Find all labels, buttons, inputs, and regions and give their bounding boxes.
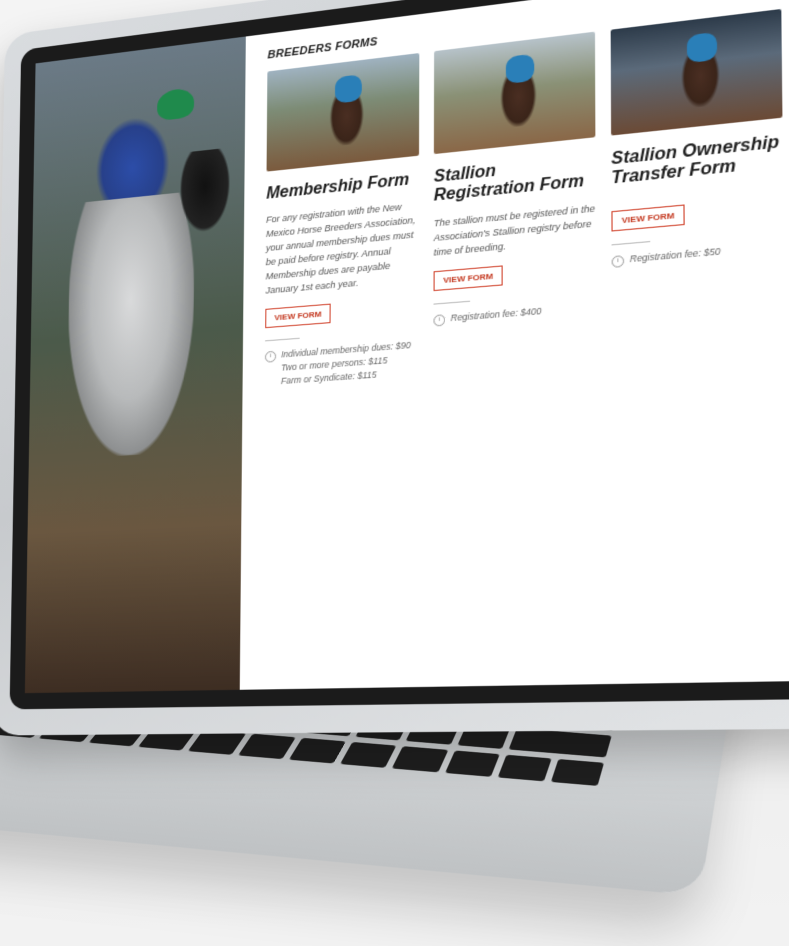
hero-racehorse-image bbox=[24, 36, 246, 694]
fee-line: Registration fee: $50 bbox=[629, 245, 721, 265]
divider bbox=[265, 337, 300, 342]
form-thumbnail bbox=[266, 53, 420, 172]
fee-info: i Individual membership dues: $90 Two or… bbox=[264, 338, 419, 388]
form-thumbnail bbox=[610, 8, 783, 136]
view-form-button[interactable]: VIEW FORM bbox=[265, 303, 331, 329]
view-form-button[interactable]: VIEW FORM bbox=[611, 204, 685, 232]
fee-info: i Registration fee: $400 bbox=[433, 300, 596, 327]
form-title: Stallion Ownership Transfer Form bbox=[611, 133, 780, 189]
form-card-membership: Membership Form For any registration wit… bbox=[264, 53, 420, 388]
form-title: Membership Form bbox=[266, 171, 410, 203]
fee-info: i Registration fee: $50 bbox=[611, 239, 784, 268]
divider bbox=[611, 240, 651, 246]
form-description: The stallion must be registered in the A… bbox=[433, 202, 596, 258]
view-form-button[interactable]: VIEW FORM bbox=[433, 264, 503, 291]
form-title: Stallion Registration Form bbox=[433, 162, 585, 206]
laptop-lid: BREEDERS FORMS Membership Form For any r… bbox=[0, 0, 789, 736]
horse-blinkers bbox=[174, 146, 235, 243]
screen-bezel: BREEDERS FORMS Membership Form For any r… bbox=[9, 0, 789, 710]
jockey-helmet bbox=[157, 87, 195, 122]
form-card-stallion-ownership-transfer: Stallion Ownership Transfer Form VIEW FO… bbox=[610, 8, 785, 365]
info-circle-icon: i bbox=[611, 254, 625, 268]
info-circle-icon: i bbox=[433, 313, 446, 327]
form-description: For any registration with the New Mexico… bbox=[265, 202, 416, 296]
fee-line: Registration fee: $400 bbox=[450, 305, 542, 323]
forms-grid: Membership Form For any registration wit… bbox=[264, 8, 785, 389]
divider bbox=[433, 300, 471, 305]
form-card-stallion-registration: Stallion Registration Form The stallion … bbox=[433, 31, 596, 378]
web-page: BREEDERS FORMS Membership Form For any r… bbox=[24, 0, 789, 694]
forms-section: BREEDERS FORMS Membership Form For any r… bbox=[240, 0, 789, 690]
form-thumbnail bbox=[433, 31, 596, 155]
info-circle-icon: i bbox=[264, 350, 277, 363]
